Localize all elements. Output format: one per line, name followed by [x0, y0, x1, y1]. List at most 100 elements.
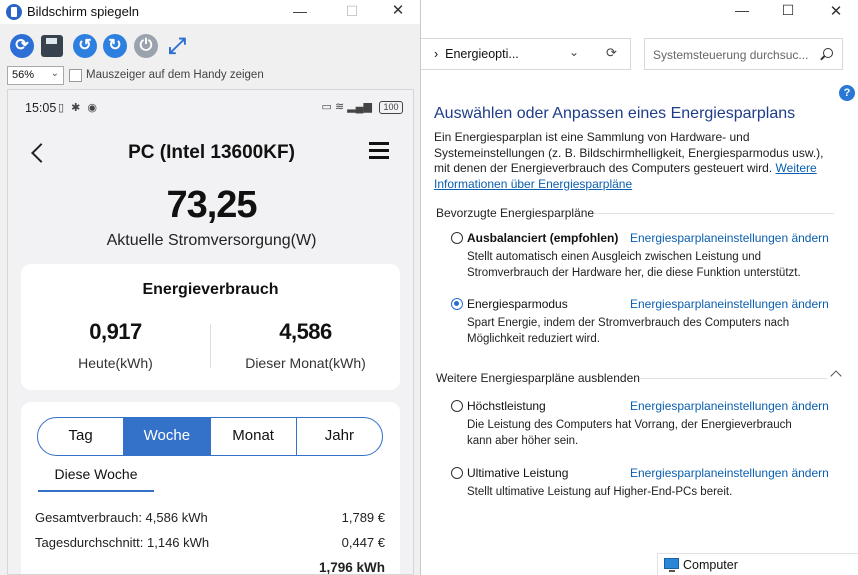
search-icon[interactable] [823, 48, 833, 58]
app-title: PC (Intel 13600KF) [128, 142, 295, 163]
plan-description: Spart Energie, indem der Stromverbrauch … [467, 317, 790, 345]
today-value: 0,917 [89, 319, 142, 344]
list-item: Tagesdurchschnitt: 1,146 kWh 0,447 € [35, 535, 385, 550]
phone-screen[interactable]: 15:05 ▯ ✱ ◉ ▭ ≋ ▂▄▆ 100 PC (Intel 13600K… [7, 89, 414, 575]
month-stat: 4,586 Dieser Monat(kWh) [211, 319, 400, 371]
status-time: 15:05 [25, 101, 57, 115]
period-tabs: Tag Woche Monat Jahr [37, 417, 383, 456]
rotate-right-icon[interactable]: ↻ [103, 34, 127, 58]
mirror-toolbar: ⟳ ↺ ↻ ⏻ ⤢ [0, 30, 420, 62]
status-bar: Computer [657, 553, 858, 575]
phone-app-icon [6, 4, 22, 20]
list-item: Gesamtverbrauch: 4,586 kWh 1,789 € [35, 510, 385, 525]
today-label: Heute(kWh) [78, 355, 153, 371]
show-pointer-checkbox[interactable] [69, 69, 82, 82]
refresh-icon[interactable]: ⟳ [606, 45, 617, 61]
tab-week[interactable]: Woche [124, 418, 211, 455]
plan-radio[interactable] [451, 298, 463, 310]
page-description: Ein Energiesparplan ist eine Sammlung vo… [434, 130, 834, 192]
wifi-icon: ≋ [334, 101, 345, 113]
plan-description: Die Leistung des Computers hat Vorrang, … [467, 419, 792, 447]
plan-radio[interactable] [451, 467, 463, 479]
change-plan-settings-link[interactable]: Energiesparplaneinstellungen ändern [630, 297, 829, 311]
hidden-plans-label: Weitere Energiesparpläne ausblenden [436, 371, 640, 385]
subtab-this-week[interactable]: Diese Woche [38, 466, 154, 492]
period-card: Tag Woche Monat Jahr Diese Woche Gesamtv… [21, 402, 400, 575]
cp-titlebar: — ☐ ✕ [421, 0, 858, 26]
mirror-titlebar: Bildschirm spiegeln — ☐ ✕ [0, 0, 420, 24]
chevron-down-icon[interactable]: ⌄ [569, 45, 579, 59]
mirror-options: 56% ⌄ Mauszeiger auf dem Handy zeigen [0, 66, 420, 86]
status-icons-right: ▭ ≋ ▂▄▆ 100 [321, 100, 403, 114]
control-panel-window: — ☐ ✕ › Energieopti... ⌄ ⟳ Systemsteueru… [421, 0, 858, 575]
change-plan-settings-link[interactable]: Energiesparplaneinstellungen ändern [630, 231, 829, 245]
plan-name[interactable]: Ausbalanciert (empfohlen) [467, 231, 618, 245]
plan-description: Stellt automatisch einen Ausgleich zwisc… [467, 251, 801, 279]
chevron-down-icon: ⌄ [50, 68, 59, 79]
tab-day[interactable]: Tag [38, 418, 125, 455]
plan-radio[interactable] [451, 232, 463, 244]
divider [639, 378, 827, 379]
current-power-label: Aktuelle Stromversorgung(W) [106, 232, 317, 249]
energy-card: Energieverbrauch 0,917 Heute(kWh) 4,586 … [21, 264, 400, 390]
tab-month[interactable]: Monat [211, 418, 297, 455]
app-header: PC (Intel 13600KF) [8, 132, 413, 172]
page-title: Auswählen oder Anpassen eines Energiespa… [434, 105, 796, 122]
help-icon[interactable]: ? [839, 85, 855, 101]
phone-status-bar: 15:05 ▯ ✱ ◉ ▭ ≋ ▂▄▆ 100 [8, 90, 413, 124]
menu-icon[interactable] [369, 142, 389, 160]
breadcrumb-item[interactable]: Energieopti... [445, 47, 519, 61]
maximize-button[interactable]: ☐ [328, 0, 376, 24]
show-pointer-label: Mauszeiger auf dem Handy zeigen [86, 69, 264, 81]
close-button[interactable]: ✕ [374, 0, 420, 24]
plan-description: Stellt ultimative Leistung auf Higher-En… [467, 486, 733, 498]
refresh-icon[interactable]: ⟳ [10, 34, 34, 58]
hidden-plans-header[interactable]: Weitere Energiesparpläne ausblenden [436, 371, 827, 385]
power-icon[interactable]: ⏻ [134, 34, 158, 58]
computer-icon [664, 558, 679, 572]
partial-value: 1,796 kWh [318, 560, 385, 575]
mirror-window: Bildschirm spiegeln — ☐ ✕ ⟳ ↺ ↻ ⏻ ⤢ 56% … [0, 0, 421, 575]
energy-card-title: Energieverbrauch [142, 281, 279, 298]
mirror-window-title: Bildschirm spiegeln [27, 4, 139, 19]
month-label: Dieser Monat(kWh) [245, 355, 366, 371]
total-consumption-label: Gesamtverbrauch: 4,586 kWh [35, 510, 208, 525]
total-consumption-cost: 1,789 € [341, 510, 385, 525]
battery-icon: 100 [379, 100, 403, 114]
current-power-value: 73,25 [166, 184, 257, 226]
today-stat: 0,917 Heute(kWh) [21, 319, 210, 371]
status-icons-left: ▯ ✱ ◉ [58, 102, 99, 114]
fullscreen-icon[interactable]: ⤢ [165, 34, 189, 58]
daily-average-cost: 0,447 € [341, 535, 385, 550]
change-plan-settings-link[interactable]: Energiesparplaneinstellungen ändern [630, 399, 829, 413]
address-bar[interactable]: › Energieopti... ⌄ ⟳ [421, 38, 631, 70]
rotate-left-icon[interactable]: ↺ [73, 34, 97, 58]
change-plan-settings-link[interactable]: Energiesparplaneinstellungen ändern [630, 466, 829, 480]
description-text: Ein Energiesparplan ist eine Sammlung vo… [434, 130, 824, 175]
plan-name[interactable]: Höchstleistung [467, 399, 546, 413]
preferred-plans-header: Bevorzugte Energiesparpläne [436, 206, 834, 220]
minimize-button[interactable]: — [719, 2, 765, 18]
chevron-up-icon[interactable] [830, 370, 842, 382]
tab-year[interactable]: Jahr [297, 418, 382, 455]
zoom-select[interactable]: 56% ⌄ [7, 66, 64, 85]
plan-name[interactable]: Energiesparmodus [467, 297, 568, 311]
close-button[interactable]: ✕ [813, 2, 858, 20]
save-icon[interactable] [41, 35, 63, 57]
zoom-value: 56% [12, 69, 35, 81]
search-box[interactable]: Systemsteuerung durchsuc... [644, 38, 843, 70]
desktop: Bildschirm spiegeln — ☐ ✕ ⟳ ↺ ↻ ⏻ ⤢ 56% … [0, 0, 858, 575]
cast-icon: ▭ [321, 101, 332, 113]
plan-radio[interactable] [451, 400, 463, 412]
signal-icon: ▂▄▆ [347, 101, 372, 113]
divider [594, 213, 834, 214]
minimize-button[interactable]: — [276, 0, 324, 24]
plan-name[interactable]: Ultimative Leistung [467, 466, 568, 480]
breadcrumb: › Energieopti... [434, 47, 519, 61]
search-input[interactable]: Systemsteuerung durchsuc... [653, 48, 818, 62]
status-bar-text: Computer [683, 558, 738, 572]
daily-average-label: Tagesdurchschnitt: 1,146 kWh [35, 535, 210, 550]
month-value: 4,586 [279, 319, 332, 344]
preferred-plans-label: Bevorzugte Energiesparpläne [436, 206, 595, 220]
maximize-button[interactable]: ☐ [765, 2, 811, 19]
